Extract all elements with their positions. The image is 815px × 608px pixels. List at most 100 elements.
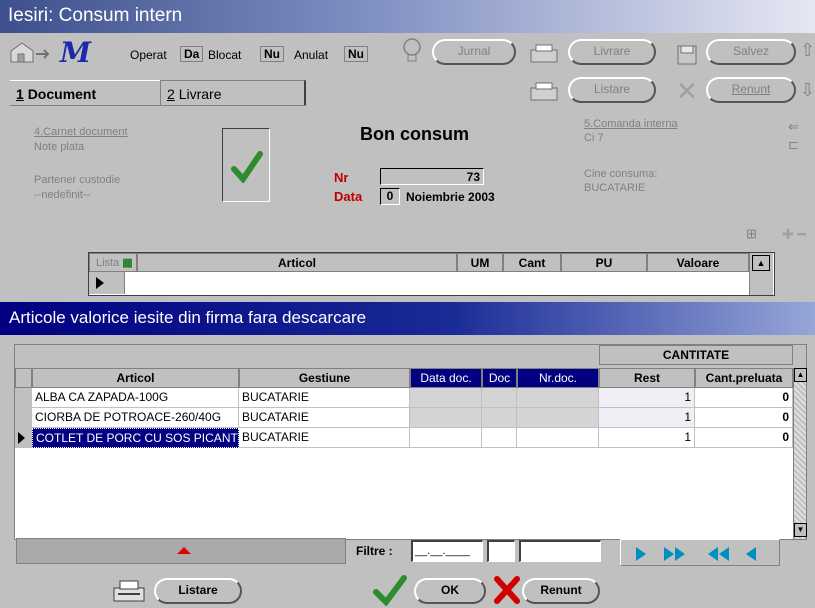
- cell-nr-doc[interactable]: [517, 408, 599, 428]
- col-cant-preluata[interactable]: Cant.preluata: [695, 368, 793, 388]
- printer-icon-2[interactable]: [528, 80, 560, 104]
- nr-field[interactable]: 73: [380, 168, 484, 185]
- corner-cell: [15, 368, 32, 388]
- cell-articol[interactable]: ALBA CA ZAPADA-100G: [32, 388, 239, 408]
- cell-doc[interactable]: [482, 428, 517, 448]
- filtre-nr-field[interactable]: [519, 540, 601, 562]
- side-arrows-icon[interactable]: ⇐ ⊏: [788, 118, 814, 158]
- cancel-icon[interactable]: ✕: [676, 78, 702, 104]
- tab-livrare[interactable]: 2 Livrare: [160, 80, 306, 105]
- current-row-indicator: [15, 428, 32, 448]
- carnet-label[interactable]: 4.Carnet document: [34, 126, 128, 138]
- data-value: Noiembrie 2003: [406, 190, 495, 204]
- cell-data-doc[interactable]: [410, 388, 482, 408]
- cancel-x-icon: [494, 576, 520, 604]
- cell-data-doc[interactable]: [410, 408, 482, 428]
- navigation-bar: [620, 539, 780, 566]
- cell-rest[interactable]: 1: [599, 428, 695, 448]
- anulat-label: Anulat: [294, 48, 329, 62]
- cell-gestiune[interactable]: BUCATARIE: [239, 388, 410, 408]
- filtre-label: Filtre :: [356, 544, 393, 558]
- next-record-icon[interactable]: [635, 547, 647, 561]
- cantitate-group-header: CANTITATE: [599, 345, 793, 365]
- cell-rest[interactable]: 1: [599, 408, 695, 428]
- save-icon[interactable]: [676, 44, 698, 66]
- print-icon[interactable]: [110, 578, 150, 604]
- col-rest[interactable]: Rest: [599, 368, 695, 388]
- document-title: Bon consum: [360, 124, 470, 144]
- col-articol-d[interactable]: Articol: [32, 368, 239, 388]
- prev-record-icon[interactable]: [745, 547, 757, 561]
- cell-data-doc[interactable]: [410, 428, 482, 448]
- nr-label: Nr: [334, 170, 349, 185]
- blocat-label: Blocat: [208, 48, 242, 62]
- scroll-up-button: ▲: [794, 368, 807, 382]
- renunt-button-top[interactable]: Renunt: [706, 77, 796, 103]
- data-day-field[interactable]: 0: [380, 188, 400, 205]
- tab-document-num: 1: [16, 86, 24, 102]
- cell-doc[interactable]: [482, 388, 517, 408]
- col-pu[interactable]: PU: [561, 253, 647, 272]
- col-articol[interactable]: Articol: [137, 253, 457, 272]
- ok-button[interactable]: OK: [414, 578, 486, 604]
- comanda-label[interactable]: 5.Comanda interna: [584, 118, 678, 130]
- col-cant[interactable]: Cant: [503, 253, 561, 272]
- scroll-up-icon[interactable]: ⇧: [800, 40, 815, 66]
- add-remove-icon[interactable]: ✚ ━: [782, 226, 815, 242]
- cine-value: BUCATARIE: [584, 182, 646, 194]
- operat-label: Operat: [130, 48, 167, 62]
- window-title: Iesiri: Consum intern: [0, 0, 815, 33]
- cell-doc[interactable]: [482, 408, 517, 428]
- grid-scrollbar[interactable]: ▲: [749, 253, 773, 295]
- expand-toggle[interactable]: [16, 538, 346, 564]
- jurnal-button[interactable]: Jurnal: [432, 39, 516, 65]
- listare-button-top[interactable]: Listare: [568, 77, 656, 103]
- cell-articol-selected[interactable]: COTLET DE PORC CU SOS PICANT: [32, 428, 239, 448]
- cell-cant[interactable]: 0: [695, 408, 793, 428]
- cell-nr-doc[interactable]: [517, 428, 599, 448]
- status-box: [222, 128, 270, 202]
- cell-cant[interactable]: 0: [695, 388, 793, 408]
- scroll-down-icon[interactable]: ⇩: [800, 80, 815, 106]
- col-valoare[interactable]: Valoare: [647, 253, 749, 272]
- logo-icon: M: [60, 36, 91, 69]
- grid-settings-icon[interactable]: ⊞: [746, 226, 764, 242]
- filtre-doc-field[interactable]: [487, 540, 515, 562]
- operat-value: Da: [180, 46, 204, 62]
- tab-document[interactable]: 1 Document: [10, 80, 160, 105]
- salvez-button[interactable]: Salvez: [706, 39, 796, 65]
- cell-gestiune[interactable]: BUCATARIE: [239, 428, 410, 448]
- scroll-down-button: ▼: [794, 523, 807, 537]
- partener-value: --nedefinit--: [34, 189, 91, 201]
- anulat-value: Nu: [344, 46, 368, 62]
- first-record-icon[interactable]: [707, 547, 731, 561]
- lightbulb-icon[interactable]: [400, 36, 424, 66]
- col-nr-doc[interactable]: Nr.doc.: [517, 368, 599, 388]
- cell-articol[interactable]: CIORBA DE POTROACE-260/40G: [32, 408, 239, 428]
- dialog-title: Articole valorice iesite din firma fara …: [0, 302, 815, 335]
- cell-gestiune[interactable]: BUCATARIE: [239, 408, 410, 428]
- printer-icon[interactable]: [528, 42, 560, 66]
- article-grid[interactable]: Lista ▦ Articol UM Cant PU Valoare ▲: [88, 252, 775, 296]
- row-indicator: [89, 272, 125, 294]
- lista-header: Lista ▦: [89, 253, 137, 272]
- renunt-button[interactable]: Renunt: [522, 578, 600, 604]
- cine-label: Cine consuma:: [584, 168, 658, 180]
- dialog-scrollbar[interactable]: ▲ ▼: [793, 368, 807, 539]
- col-um[interactable]: UM: [457, 253, 503, 272]
- blocat-value: Nu: [260, 46, 284, 62]
- dialog-grid[interactable]: CANTITATE Articol Gestiune Data doc. Doc…: [14, 344, 807, 540]
- cell-rest[interactable]: 1: [599, 388, 695, 408]
- livrare-button[interactable]: Livrare: [568, 39, 656, 65]
- last-record-icon[interactable]: [663, 547, 687, 561]
- col-data-doc[interactable]: Data doc.: [410, 368, 482, 388]
- tab-livrare-num: 2: [167, 86, 175, 102]
- col-doc[interactable]: Doc: [482, 368, 517, 388]
- listare-button[interactable]: Listare: [154, 578, 242, 604]
- col-gestiune[interactable]: Gestiune: [239, 368, 410, 388]
- filtre-date-field[interactable]: __.__.____: [411, 540, 483, 562]
- cell-nr-doc[interactable]: [517, 388, 599, 408]
- cell-cant[interactable]: 0: [695, 428, 793, 448]
- tab-livrare-label: Livrare: [178, 86, 222, 102]
- house-icon[interactable]: [8, 40, 56, 66]
